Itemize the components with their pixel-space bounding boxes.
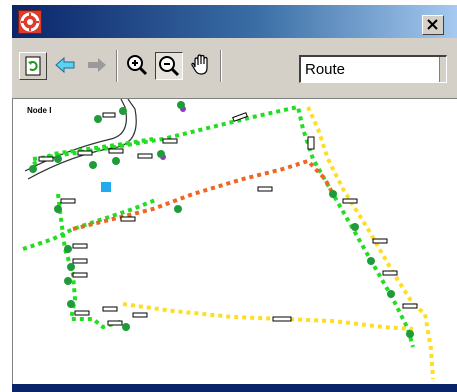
node-dot[interactable] [119, 107, 127, 115]
node-box[interactable] [372, 238, 388, 244]
node-box[interactable] [272, 316, 292, 322]
node-box[interactable] [60, 198, 76, 204]
node-dot[interactable] [67, 263, 75, 271]
node-dot[interactable] [89, 161, 97, 169]
route-yellow [122, 302, 414, 331]
node-box[interactable] [72, 272, 88, 278]
close-x-icon [427, 19, 438, 30]
node-dot[interactable] [64, 245, 72, 253]
location-marker[interactable] [101, 182, 111, 192]
lifebuoy-icon[interactable] [18, 10, 42, 34]
node-box[interactable] [102, 306, 118, 312]
node-box[interactable] [120, 216, 136, 222]
node-dot[interactable] [122, 323, 130, 331]
node-dot[interactable] [94, 115, 102, 123]
zoom-out-button[interactable] [155, 52, 183, 80]
node-dot[interactable] [367, 257, 375, 265]
node-dot[interactable] [406, 330, 414, 338]
node-box[interactable] [257, 186, 273, 192]
node-dot[interactable] [157, 150, 165, 158]
node-dot[interactable] [54, 205, 62, 213]
route-dropdown-handle[interactable] [439, 57, 446, 82]
node-box[interactable] [382, 270, 398, 276]
route-orange [72, 158, 335, 231]
map-window: Route Node I [11, 5, 457, 392]
route-yellow [306, 106, 435, 380]
title-bar[interactable] [12, 5, 457, 38]
zoom-out-icon [159, 56, 180, 77]
node-box[interactable] [137, 153, 153, 159]
toolbar-separator [220, 50, 222, 82]
node-box[interactable] [102, 112, 116, 118]
pan-button[interactable] [188, 52, 216, 80]
map-canvas[interactable] [13, 99, 457, 384]
node-label: Node I [27, 106, 52, 115]
hand-icon [191, 54, 208, 75]
zoom-in-icon [127, 55, 148, 76]
node-dot[interactable] [67, 300, 75, 308]
node-dot[interactable] [177, 101, 185, 109]
arrow-right-icon [88, 58, 106, 72]
node-dot[interactable] [351, 223, 359, 231]
node-dot[interactable] [64, 277, 72, 285]
node-dot[interactable] [54, 155, 62, 163]
node-box[interactable] [72, 258, 88, 264]
arrow-left-icon [55, 56, 75, 74]
zoom-in-button[interactable] [124, 52, 152, 80]
node-dot[interactable] [387, 290, 395, 298]
refresh-button[interactable] [19, 52, 47, 80]
route-select-value: Route [305, 61, 346, 78]
node-box[interactable] [132, 312, 148, 318]
node-box[interactable] [108, 148, 124, 154]
status-bar [12, 384, 457, 392]
toolbar-separator [116, 50, 118, 82]
node-box[interactable] [162, 138, 178, 144]
node-box[interactable] [72, 243, 88, 249]
node-box[interactable] [74, 310, 90, 316]
node-box[interactable] [307, 136, 315, 150]
route-select[interactable]: Route [299, 55, 447, 83]
node-box[interactable] [342, 198, 358, 204]
close-button[interactable] [422, 15, 444, 35]
back-button[interactable] [52, 52, 80, 80]
node-dot[interactable] [29, 165, 37, 173]
node-box[interactable] [107, 320, 123, 326]
node-dot[interactable] [329, 190, 337, 198]
forward-button[interactable] [84, 52, 112, 80]
node-box[interactable] [77, 150, 93, 156]
map-viewport[interactable]: Node I [12, 98, 457, 384]
node-dot[interactable] [174, 205, 182, 213]
node-box[interactable] [38, 156, 54, 162]
node-box[interactable] [402, 303, 418, 309]
node-dot[interactable] [112, 157, 120, 165]
refresh-icon [25, 56, 41, 76]
toolbar: Route [12, 38, 457, 98]
